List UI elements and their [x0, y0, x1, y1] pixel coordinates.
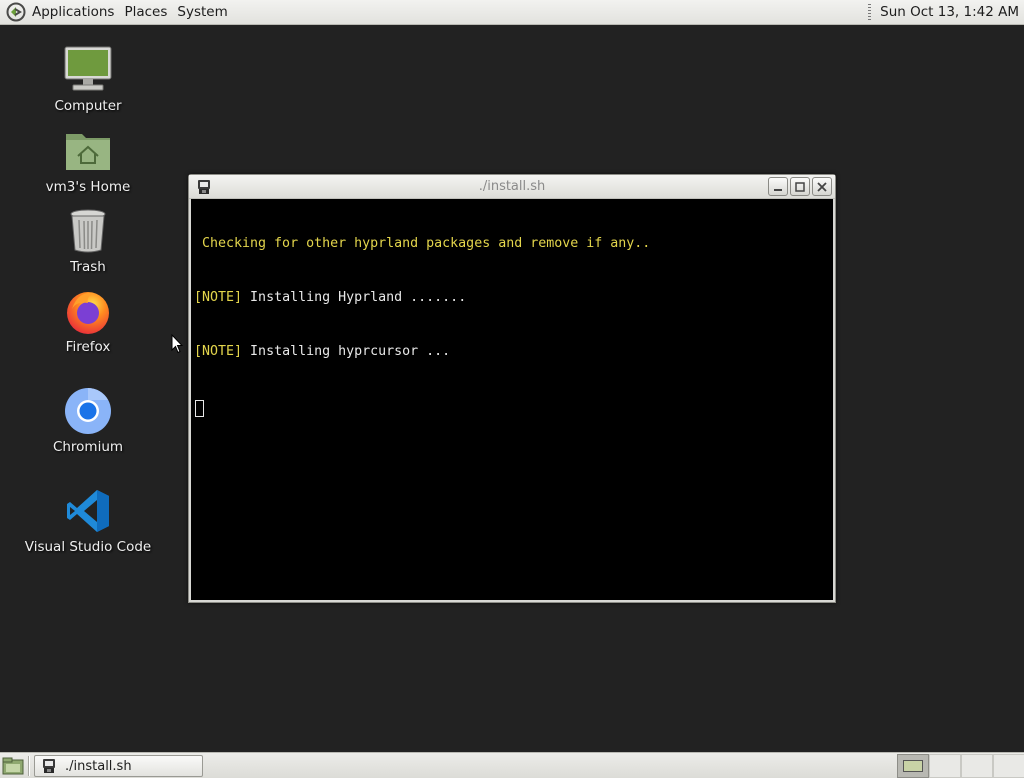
show-desktop-icon[interactable] — [2, 757, 24, 775]
window-titlebar[interactable]: ./install.sh — [189, 175, 835, 199]
desktop-icon-label: Trash — [70, 259, 106, 275]
top-panel: Applications Places System Sun Oct 13, 1… — [0, 0, 1024, 25]
desktop-icon-label: Visual Studio Code — [24, 539, 152, 555]
clock[interactable]: Sun Oct 13, 1:42 AM — [880, 4, 1019, 20]
desktop-icon-label: Chromium — [52, 439, 124, 455]
desktop-icon-chromium[interactable]: Chromium — [18, 386, 158, 455]
terminal-line — [191, 397, 833, 417]
places-menu[interactable]: Places — [119, 0, 172, 25]
workspace-1[interactable] — [897, 754, 929, 778]
desktop-icon-vscode[interactable]: Visual Studio Code — [18, 486, 158, 555]
workspace-2[interactable] — [929, 754, 961, 778]
text-cursor — [195, 400, 204, 417]
workspace-window-thumbnail — [903, 760, 923, 772]
note-tag: [NOTE] — [194, 290, 243, 305]
firefox-icon — [63, 286, 113, 336]
panel-right: Sun Oct 13, 1:42 AM — [868, 0, 1024, 25]
taskbar-button-install[interactable]: ./install.sh — [34, 755, 203, 777]
mate-logo-icon[interactable] — [6, 2, 26, 22]
terminal-line-text: Checking for other hyprland packages and… — [194, 236, 651, 251]
terminal-output[interactable]: Checking for other hyprland packages and… — [191, 199, 833, 600]
taskbar-button-label: ./install.sh — [65, 758, 132, 774]
window-title: ./install.sh — [478, 178, 546, 194]
maximize-button[interactable] — [790, 177, 810, 196]
close-icon — [817, 181, 827, 192]
chromium-icon — [63, 386, 113, 436]
workspace-4[interactable] — [993, 754, 1024, 778]
terminal-line-text: Installing hyprcursor ... — [242, 344, 451, 359]
home-folder-icon — [63, 126, 113, 176]
mouse-pointer-icon — [171, 334, 183, 354]
desktop-icon-computer[interactable]: Computer — [18, 45, 158, 114]
workspace-switcher — [897, 754, 1024, 778]
window-controls — [768, 177, 832, 196]
bottom-panel: ./install.sh — [0, 752, 1024, 778]
panel-handle[interactable] — [868, 3, 872, 21]
close-button[interactable] — [812, 177, 832, 196]
desktop-icon-label: vm3's Home — [45, 179, 131, 195]
computer-icon — [63, 45, 113, 95]
system-menu[interactable]: System — [172, 0, 232, 25]
applications-menu[interactable]: Applications — [27, 0, 119, 25]
desktop-icon-label: Computer — [54, 98, 122, 114]
terminal-line-text: Installing Hyprland ....... — [242, 290, 467, 305]
vscode-icon — [63, 486, 113, 536]
terminal-window[interactable]: ./install.sh Checking for other hyprland… — [188, 174, 836, 603]
desktop-icon-trash[interactable]: Trash — [18, 206, 158, 275]
terminal-line: [NOTE] Installing Hyprland ....... — [191, 289, 833, 307]
trash-icon — [63, 206, 113, 256]
desktop-icon-home[interactable]: vm3's Home — [18, 126, 158, 195]
minimize-icon — [774, 188, 782, 191]
desktop-icon-label: Firefox — [65, 339, 111, 355]
workspace-3[interactable] — [961, 754, 993, 778]
panel-separator — [28, 756, 30, 776]
terminal-line: [NOTE] Installing hyprcursor ... — [191, 343, 833, 361]
terminal-icon — [43, 759, 55, 773]
maximize-icon — [795, 181, 805, 192]
minimize-button[interactable] — [768, 177, 788, 196]
desktop-icon-firefox[interactable]: Firefox — [18, 286, 158, 355]
terminal-line: Checking for other hyprland packages and… — [191, 235, 833, 253]
note-tag: [NOTE] — [194, 344, 243, 359]
